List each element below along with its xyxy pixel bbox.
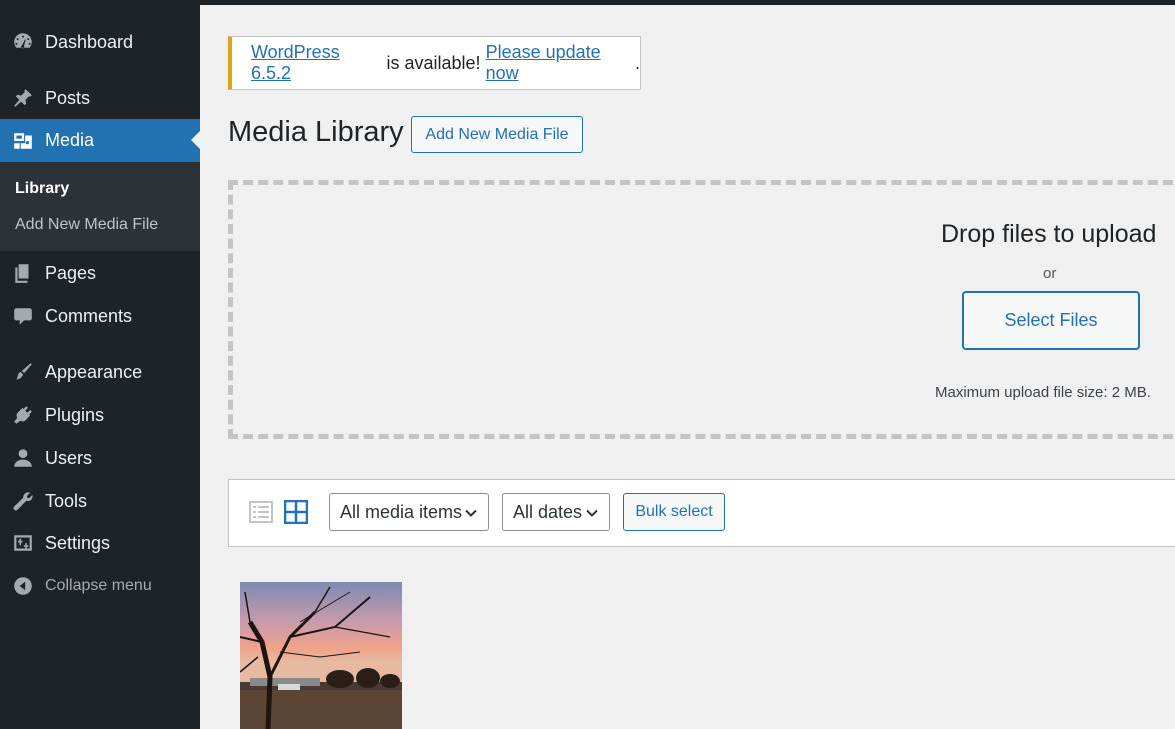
sidebar-item-settings[interactable]: Settings	[0, 523, 200, 563]
sidebar-item-users[interactable]: Users	[0, 438, 200, 478]
grid-view-icon[interactable]	[283, 499, 309, 525]
page-title: Media Library	[228, 116, 404, 148]
plugin-icon	[0, 395, 45, 435]
media-submenu: Library Add New Media File	[0, 162, 200, 251]
dashboard-icon	[0, 22, 45, 62]
sidebar-item-label: Plugins	[45, 404, 105, 425]
sidebar-item-label: Media	[45, 130, 95, 150]
sidebar-item-label: Comments	[45, 305, 133, 326]
user-icon	[0, 438, 45, 478]
media-thumbnail[interactable]	[240, 582, 402, 729]
sidebar-item-label: Tools	[45, 490, 88, 511]
pages-icon	[0, 253, 45, 293]
admin-bar	[0, 0, 1175, 5]
collapse-menu-button[interactable]: Collapse menu	[0, 566, 200, 606]
sidebar-item-media[interactable]: Media	[0, 119, 200, 162]
chevron-down-icon	[465, 509, 477, 517]
sidebar-item-label: Pages	[45, 262, 97, 283]
wordpress-version-link[interactable]: WordPress 6.5.2	[251, 42, 382, 84]
update-now-link[interactable]: Please update now	[486, 42, 635, 84]
sidebar-item-posts[interactable]: Posts	[0, 78, 200, 118]
sidebar-item-label: Appearance	[45, 361, 143, 382]
max-upload-size: Maximum upload file size: 2 MB.	[935, 384, 1151, 401]
bulk-select-button[interactable]: Bulk select	[623, 493, 725, 531]
sidebar-item-label: Posts	[45, 87, 91, 108]
settings-icon	[0, 523, 45, 563]
submenu-item-library[interactable]: Library	[15, 180, 69, 198]
media-icon	[0, 121, 45, 161]
sidebar-item-plugins[interactable]: Plugins	[0, 395, 200, 435]
pushpin-icon	[0, 78, 45, 118]
sidebar-item-appearance[interactable]: Appearance	[0, 352, 200, 392]
select-files-button[interactable]: Select Files	[962, 291, 1140, 350]
collapse-icon	[0, 566, 45, 606]
admin-sidebar: Dashboard Posts Media Library Add New Me…	[0, 0, 200, 729]
wrench-icon	[0, 481, 45, 521]
sidebar-item-label: Settings	[45, 532, 111, 553]
sidebar-item-label: Users	[45, 447, 93, 468]
update-notice: WordPress 6.5.2 is available! Please upd…	[228, 36, 641, 90]
collapse-menu-label: Collapse menu	[45, 577, 152, 594]
chevron-down-icon	[586, 509, 598, 517]
media-type-filter[interactable]: All media items	[329, 493, 489, 531]
notice-end: .	[634, 52, 640, 73]
date-filter-value: All dates	[513, 501, 583, 522]
submenu-item-add-new-media[interactable]: Add New Media File	[15, 216, 158, 234]
sidebar-item-pages[interactable]: Pages	[0, 253, 200, 293]
media-type-value: All media items	[340, 501, 463, 522]
sunset-tree-image	[240, 582, 402, 729]
sidebar-item-comments[interactable]: Comments	[0, 296, 200, 336]
sidebar-item-label: Dashboard	[45, 31, 134, 52]
sidebar-item-dashboard[interactable]: Dashboard	[0, 22, 200, 62]
notice-text: is available!	[381, 52, 486, 73]
paintbrush-icon	[0, 352, 45, 392]
drop-files-title: Drop files to upload	[941, 220, 1157, 248]
add-new-media-button[interactable]: Add New Media File	[411, 116, 583, 153]
sidebar-item-tools[interactable]: Tools	[0, 481, 200, 521]
date-filter[interactable]: All dates	[502, 493, 610, 531]
drop-or-text: or	[1043, 265, 1057, 282]
comment-icon	[0, 296, 45, 336]
list-view-icon[interactable]	[249, 500, 273, 524]
